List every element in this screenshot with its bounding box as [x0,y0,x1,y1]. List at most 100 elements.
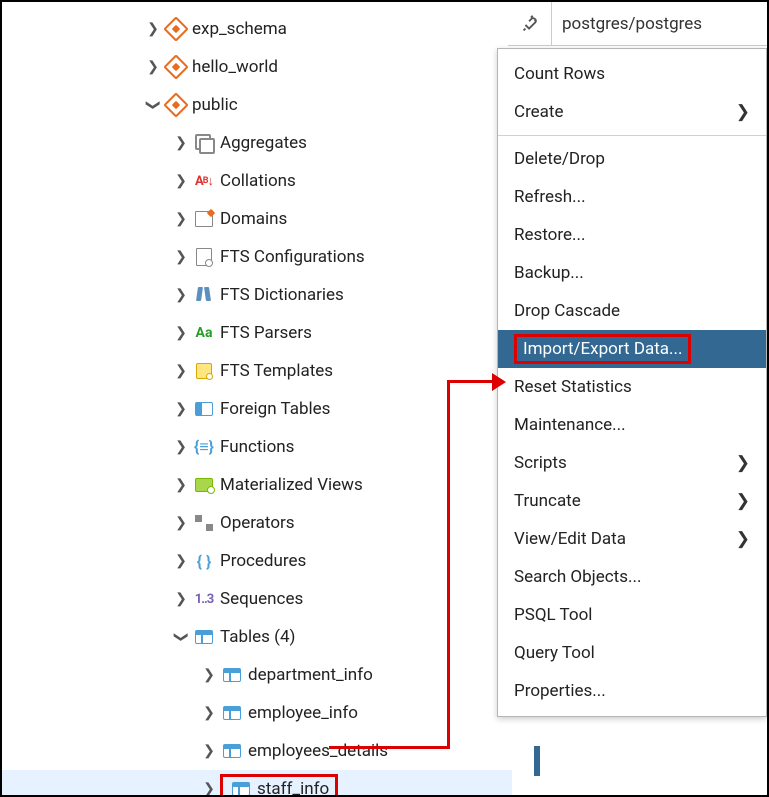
menu-label: Reset Statistics [514,377,632,397]
chevron-right-icon: ❯ [736,529,750,549]
schema-node-public[interactable]: ❯ public [2,86,512,124]
chevron-right-icon: ❯ [142,21,164,37]
chevron-down-icon: ❯ [145,94,161,116]
chevron-right-icon: ❯ [170,287,192,303]
connection-icon[interactable] [508,2,552,46]
connection-text[interactable]: postgres/postgres [552,14,702,34]
menu-search-objects[interactable]: Search Objects... [498,558,766,596]
schema-node-exp[interactable]: ❯ exp_schema [2,10,512,48]
tree-label: Sequences [216,589,303,609]
annotation-line [329,746,450,749]
fts-templates-icon [192,363,216,379]
fts-dictionaries-icon [192,287,216,303]
table-employees-details[interactable]: ❯ employees_details [2,732,512,770]
chevron-right-icon: ❯ [736,102,750,122]
menu-view-edit[interactable]: View/Edit Data❯ [498,520,766,558]
menu-query-tool[interactable]: Query Tool [498,634,766,672]
fts-dict-node[interactable]: ❯ FTS Dictionaries [2,276,512,314]
chevron-right-icon: ❯ [198,667,220,683]
decorative-stripe [534,746,540,776]
annotation-line [447,380,495,383]
table-icon [220,744,244,758]
chevron-right-icon: ❯ [170,325,192,341]
table-employee-info[interactable]: ❯ employee_info [2,694,512,732]
fts-templates-node[interactable]: ❯ FTS Templates [2,352,512,390]
domains-icon [192,211,216,227]
fts-config-node[interactable]: ❯ FTS Configurations [2,238,512,276]
menu-separator [498,135,766,136]
chevron-right-icon: ❯ [170,591,192,607]
sequences-node[interactable]: ❯ 1..3 Sequences [2,580,512,618]
menu-refresh[interactable]: Refresh... [498,178,766,216]
domains-node[interactable]: ❯ Domains [2,200,512,238]
menu-backup[interactable]: Backup... [498,254,766,292]
menu-label: Drop Cascade [514,301,620,321]
menu-label: Restore... [514,225,585,245]
menu-count-rows[interactable]: Count Rows [498,55,766,93]
table-icon [229,782,253,795]
tree-label: Collations [216,171,296,191]
highlight-box: staff_info [220,774,338,795]
tree-label: Domains [216,209,287,229]
menu-psql-tool[interactable]: PSQL Tool [498,596,766,634]
chevron-right-icon: ❯ [170,135,192,151]
chevron-right-icon: ❯ [736,453,750,473]
connection-bar: postgres/postgres [508,2,767,46]
fts-configurations-icon [192,248,216,266]
chevron-right-icon: ❯ [170,173,192,189]
context-menu: Count Rows Create ❯ Delete/Drop Refresh..… [497,48,767,717]
schema-node-hello[interactable]: ❯ hello_world [2,48,512,86]
menu-import-export[interactable]: Import/Export Data... [498,330,766,368]
menu-label: Refresh... [514,187,586,207]
annotation-line [447,380,450,746]
tree-label: department_info [244,665,373,685]
table-icon [220,668,244,682]
chevron-down-icon: ❯ [173,626,189,648]
menu-label: Delete/Drop [514,149,605,169]
menu-reset-stats[interactable]: Reset Statistics [498,368,766,406]
foreign-tables-node[interactable]: ❯ Foreign Tables [2,390,512,428]
aggregates-node[interactable]: ❯ Aggregates [2,124,512,162]
collations-node[interactable]: ❯ AB↓ Collations [2,162,512,200]
aggregates-icon [192,134,216,152]
tree-label: Functions [216,437,294,457]
tree-label: hello_world [188,57,278,77]
menu-drop-cascade[interactable]: Drop Cascade [498,292,766,330]
menu-create[interactable]: Create ❯ [498,93,766,131]
menu-delete[interactable]: Delete/Drop [498,140,766,178]
operators-node[interactable]: ❯ Operators [2,504,512,542]
operators-icon [192,515,216,531]
chevron-right-icon: ❯ [170,439,192,455]
mat-views-node[interactable]: ❯ Materialized Views [2,466,512,504]
tree-panel: ❯ exp_schema ❯ hello_world ❯ public ❯ Ag… [2,2,512,795]
chevron-right-icon: ❯ [142,59,164,75]
tree-label: Tables (4) [216,627,295,647]
chevron-right-icon: ❯ [198,781,220,795]
menu-properties[interactable]: Properties... [498,672,766,710]
tree-label: public [188,95,238,115]
materialized-views-icon [192,478,216,492]
menu-label: Create [514,102,564,122]
chevron-right-icon: ❯ [170,249,192,265]
menu-restore[interactable]: Restore... [498,216,766,254]
procedures-node[interactable]: ❯ { } Procedures [2,542,512,580]
menu-scripts[interactable]: Scripts ❯ [498,444,766,482]
menu-maintenance[interactable]: Maintenance... [498,406,766,444]
menu-label: Scripts [514,453,567,473]
tree-label: FTS Configurations [216,247,365,267]
schema-icon [164,58,188,76]
tables-node[interactable]: ❯ Tables (4) [2,618,512,656]
functions-node[interactable]: ❯ {≡} Functions [2,428,512,466]
tree-label: Materialized Views [216,475,363,495]
tree-label: staff_info [253,779,329,795]
annotation-arrow-icon [492,373,506,391]
menu-truncate[interactable]: Truncate❯ [498,482,766,520]
fts-parsers-node[interactable]: ❯ Aa FTS Parsers [2,314,512,352]
tree-label: FTS Dictionaries [216,285,344,305]
tree-label: Aggregates [216,133,307,153]
table-staff-info[interactable]: ❯ staff_info [2,770,512,795]
menu-label: Maintenance... [514,415,626,435]
tree-label: employees_details [244,741,388,761]
table-icon [220,706,244,720]
table-department-info[interactable]: ❯ department_info [2,656,512,694]
